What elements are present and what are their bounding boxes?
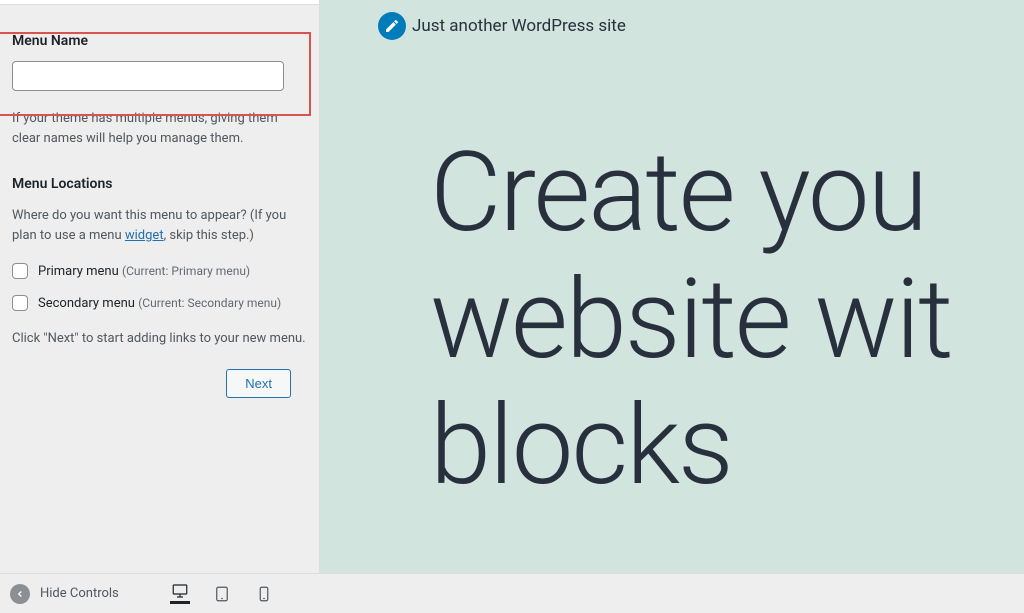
widget-link[interactable]: widget — [125, 228, 164, 243]
primary-menu-current: (Current: Primary menu) — [122, 264, 250, 278]
secondary-menu-label-text: Secondary menu — [38, 296, 135, 311]
mobile-preview-button[interactable] — [254, 584, 274, 604]
preview-header: Just another WordPress site — [320, 0, 1024, 40]
secondary-menu-label: Secondary menu (Current: Secondary menu) — [38, 296, 281, 311]
device-preview-icons — [170, 584, 1014, 604]
next-button-row: Next — [12, 369, 307, 398]
locations-help-suffix: , skip this step.) — [164, 228, 254, 243]
menu-name-label: Menu Name — [12, 33, 307, 49]
menu-name-input[interactable] — [12, 61, 284, 91]
site-tagline: Just another WordPress site — [412, 16, 626, 36]
desktop-icon — [171, 582, 189, 600]
primary-menu-label: Primary menu (Current: Primary menu) — [38, 264, 250, 279]
menu-name-help: If your theme has multiple menus, giving… — [12, 109, 307, 148]
primary-menu-label-text: Primary menu — [38, 264, 119, 279]
hero-text: Create you website wit blocks — [320, 40, 1024, 510]
pencil-icon — [384, 18, 400, 34]
menu-locations-heading: Menu Locations — [12, 176, 307, 192]
customizer-sidebar: Menu Name If your theme has multiple men… — [0, 0, 320, 573]
menu-name-section: Menu Name — [12, 33, 307, 91]
next-button[interactable]: Next — [226, 369, 291, 398]
secondary-menu-row: Secondary menu (Current: Secondary menu) — [12, 295, 307, 311]
tablet-preview-button[interactable] — [212, 584, 232, 604]
desktop-preview-button[interactable] — [170, 584, 190, 604]
tablet-icon — [213, 585, 231, 603]
edit-tagline-button[interactable] — [378, 12, 406, 40]
mobile-icon — [255, 585, 273, 603]
collapse-button[interactable] — [10, 584, 30, 604]
top-strip — [0, 0, 319, 5]
hide-controls-link[interactable]: Hide Controls — [40, 586, 119, 601]
hero-line-1: Create you — [430, 130, 1024, 257]
hero-line-2: website wit — [430, 257, 1024, 384]
primary-menu-checkbox[interactable] — [12, 263, 28, 279]
site-preview: Just another WordPress site Create you w… — [320, 0, 1024, 573]
next-help: Click "Next" to start adding links to yo… — [12, 329, 307, 349]
menu-locations-help: Where do you want this menu to appear? (… — [12, 206, 307, 245]
footer-bar: Hide Controls — [0, 573, 1024, 613]
hero-line-3: blocks — [430, 383, 1024, 510]
secondary-menu-current: (Current: Secondary menu) — [138, 296, 281, 310]
primary-menu-row: Primary menu (Current: Primary menu) — [12, 263, 307, 279]
chevron-left-icon — [15, 589, 25, 599]
secondary-menu-checkbox[interactable] — [12, 295, 28, 311]
menu-locations-section: Menu Locations Where do you want this me… — [12, 176, 307, 311]
